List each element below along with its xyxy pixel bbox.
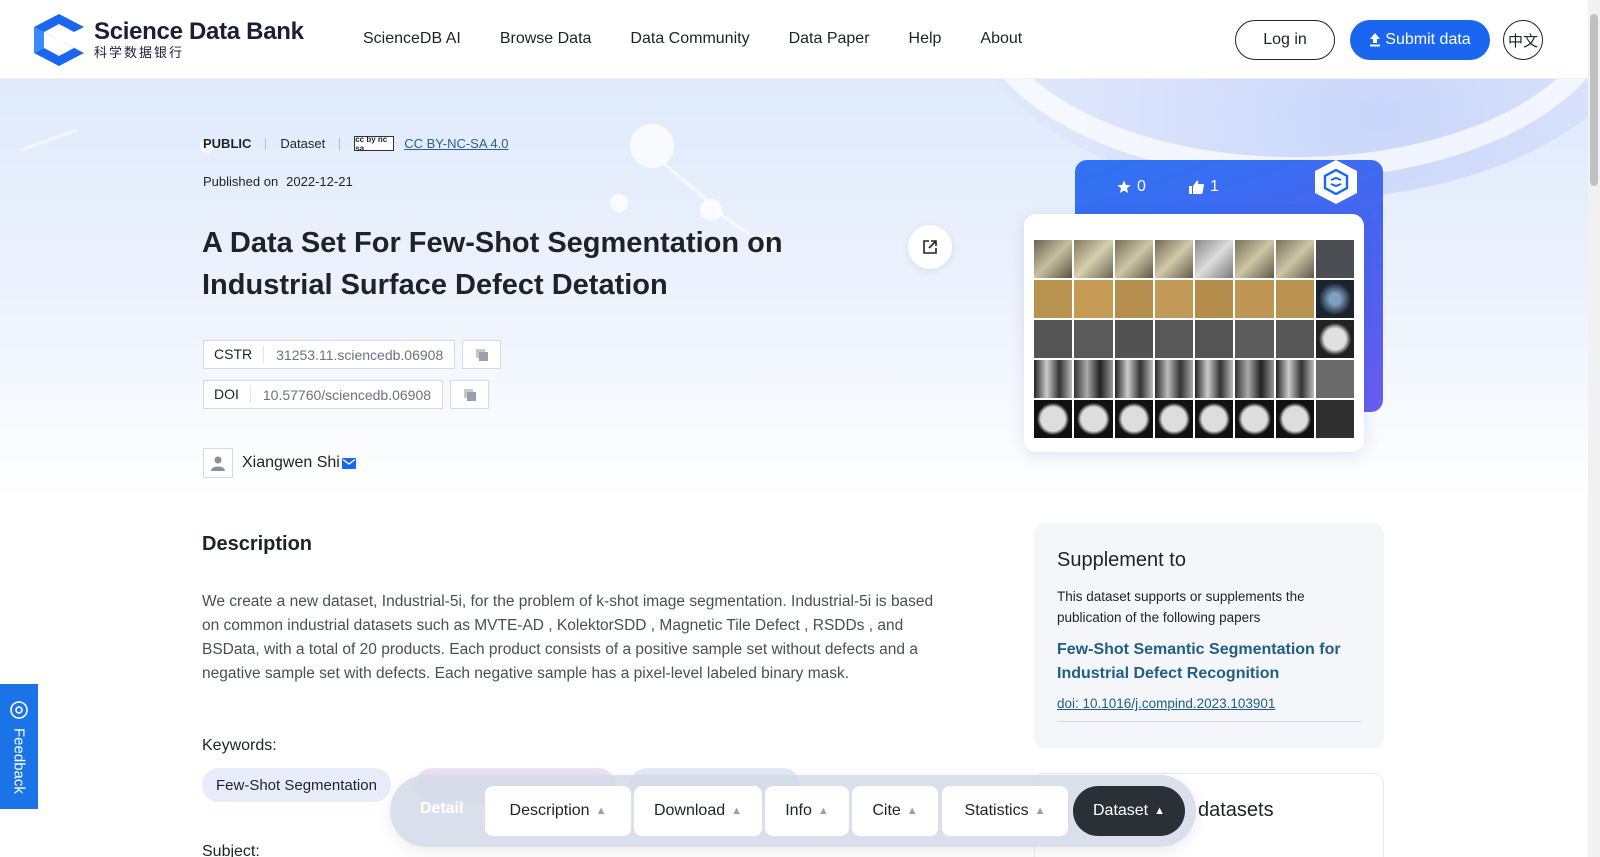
supplement-paper-title[interactable]: Few-Shot Semantic Segmentation for Indus…	[1057, 638, 1361, 686]
section-tab-bar: Detail Description ▲ Download ▲ Info ▲ Cite…	[390, 775, 1196, 847]
user-icon	[211, 456, 225, 471]
molecule-bond-decoration	[19, 128, 77, 152]
language-switch-button[interactable]: 中文	[1503, 20, 1543, 60]
published-value: 2022-12-21	[286, 174, 353, 189]
thumbnail-sample-grid	[1034, 240, 1354, 438]
tab-statistics[interactable]: Statistics ▲	[942, 786, 1068, 836]
doi-label: DOI	[204, 386, 251, 403]
copy-cstr-button[interactable]	[462, 340, 502, 369]
tab-detail[interactable]: Detail	[420, 800, 464, 818]
divider	[339, 137, 341, 150]
submit-data-button[interactable]: Submit data	[1350, 20, 1490, 60]
tab-download-label: Download	[653, 802, 726, 819]
license-link[interactable]: CC BY-NC-SA 4.0	[404, 136, 508, 151]
tab-description-label: Description	[509, 802, 590, 819]
feedback-icon	[10, 701, 28, 719]
logo-icon	[34, 14, 84, 66]
tab-download[interactable]: Download ▲	[634, 786, 762, 836]
chevron-up-icon: ▲	[731, 805, 743, 817]
doi-row: DOI 10.57760/sciencedb.06908	[203, 380, 490, 409]
published-date: Published on 2022-12-21	[203, 174, 353, 189]
cstr-row: CSTR 31253.11.sciencedb.06908	[203, 340, 502, 369]
author-name[interactable]: Xiangwen Shi	[242, 454, 340, 472]
cstr-box: CSTR 31253.11.sciencedb.06908	[203, 340, 456, 369]
nav-data-paper[interactable]: Data Paper	[789, 30, 870, 48]
scrollbar-thumb[interactable]	[1590, 14, 1598, 186]
avatar	[203, 448, 233, 478]
description-text: We create a new dataset, Industrial-5i, …	[202, 593, 934, 682]
nav-browse-data[interactable]: Browse Data	[500, 30, 592, 48]
molecule-decoration	[630, 124, 674, 168]
page-scrollbar[interactable]	[1588, 0, 1600, 857]
share-button[interactable]	[908, 225, 952, 269]
dataset-meta: PUBLIC Dataset cc by nc sa CC BY-NC-SA 4…	[203, 135, 508, 153]
copy-icon	[475, 348, 488, 361]
tab-description[interactable]: Description ▲	[485, 786, 631, 836]
description-heading: Description	[202, 533, 313, 555]
dataset-thumbnail-card[interactable]	[1024, 214, 1364, 452]
copy-icon	[463, 388, 476, 401]
supplement-title: Supplement to	[1057, 549, 1186, 571]
feedback-tab[interactable]: Feedback	[0, 684, 38, 809]
nav-sciencedb-ai[interactable]: ScienceDB AI	[363, 30, 461, 48]
submit-data-label: Submit data	[1385, 31, 1471, 48]
tab-info-label: Info	[785, 802, 812, 819]
copy-doi-button[interactable]	[450, 380, 490, 409]
related-datasets-title: datasets	[1198, 799, 1274, 821]
thumbs-up-icon	[1189, 180, 1204, 194]
cc-license-icon: cc by nc sa	[354, 135, 395, 153]
feedback-label: Feedback	[10, 728, 28, 794]
chevron-up-icon: ▲	[595, 805, 607, 817]
tab-dataset-label: Dataset	[1092, 802, 1149, 819]
site-header: Science Data Bank 科学数据银行 ScienceDB AI Br…	[0, 0, 1588, 79]
visibility-label: PUBLIC	[203, 136, 252, 151]
dataset-thumbnail-image	[1034, 232, 1354, 438]
star-icon	[1117, 180, 1131, 193]
star-count[interactable]: 0	[1117, 178, 1146, 196]
main-nav: ScienceDB AI Browse Data Data Community …	[363, 30, 1061, 48]
subject-label: Subject:	[202, 843, 260, 857]
upload-icon	[1370, 33, 1381, 47]
site-logo[interactable]: Science Data Bank 科学数据银行	[30, 12, 304, 68]
tab-cite-label: Cite	[872, 802, 901, 819]
cstr-label: CSTR	[204, 346, 265, 363]
chevron-up-icon: ▲	[906, 805, 918, 817]
nav-help[interactable]: Help	[909, 30, 942, 48]
logo-title-cn: 科学数据银行	[94, 45, 185, 60]
supplement-card: Supplement to This dataset supports or s…	[1034, 523, 1384, 748]
external-link-icon	[923, 240, 937, 254]
molecule-decoration	[610, 194, 628, 212]
dataset-type-label: Dataset	[280, 136, 326, 151]
dataset-title: A Data Set For Few-Shot Segmentation on …	[202, 227, 783, 301]
email-icon[interactable]	[341, 457, 356, 469]
logo-title-en: Science Data Bank	[94, 18, 304, 45]
published-label: Published on	[203, 174, 279, 189]
keywords-label: Keywords:	[202, 737, 277, 754]
nav-data-community[interactable]: Data Community	[630, 30, 749, 48]
tab-info[interactable]: Info ▲	[765, 786, 849, 836]
chevron-up-icon: ▲	[1154, 805, 1166, 817]
login-button[interactable]: Log in	[1235, 20, 1335, 60]
molecule-bond-decoration	[659, 159, 715, 207]
tab-dataset[interactable]: Dataset ▲	[1073, 786, 1185, 836]
chevron-up-icon: ▲	[1034, 805, 1046, 817]
author: Xiangwen Shi	[203, 448, 356, 478]
star-count-value: 0	[1137, 178, 1146, 195]
tab-cite[interactable]: Cite ▲	[852, 786, 938, 836]
keyword-chip[interactable]: Few-Shot Segmentation	[202, 768, 391, 802]
like-count-value: 1	[1210, 178, 1219, 195]
supplement-paper-doi-link[interactable]: doi: 10.1016/j.compind.2023.103901	[1057, 696, 1361, 722]
doi-value: 10.57760/sciencedb.06908	[262, 386, 432, 403]
tab-statistics-label: Statistics	[964, 802, 1029, 819]
supplement-description: This dataset supports or supplements the…	[1057, 589, 1305, 625]
like-count[interactable]: 1	[1189, 178, 1219, 196]
hexagon-logo-icon	[1323, 169, 1349, 195]
chevron-up-icon: ▲	[817, 805, 829, 817]
nav-about[interactable]: About	[980, 30, 1022, 48]
cstr-value: 31253.11.sciencedb.06908	[276, 346, 444, 363]
doi-box: DOI 10.57760/sciencedb.06908	[203, 380, 444, 409]
divider	[265, 137, 267, 150]
